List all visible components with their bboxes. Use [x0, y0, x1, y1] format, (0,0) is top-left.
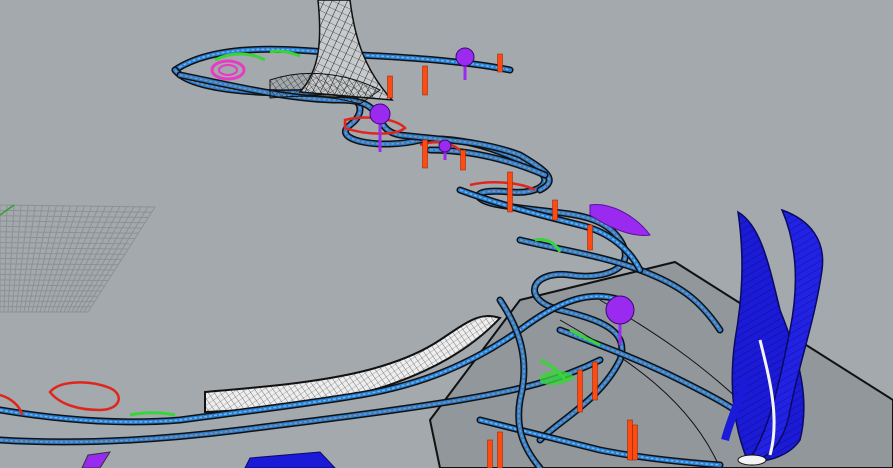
purple-node	[438, 139, 452, 153]
purple-node	[369, 103, 391, 125]
support-column	[577, 369, 583, 413]
support-column	[497, 53, 503, 73]
green-highlight-curve	[129, 411, 176, 417]
red-highlight-loop	[48, 381, 120, 412]
support-column	[497, 431, 503, 468]
support-column	[422, 65, 428, 96]
support-column	[387, 75, 393, 99]
purple-node	[455, 47, 475, 67]
magenta-ring-inner	[218, 64, 238, 76]
support-column	[422, 139, 428, 169]
support-column	[507, 171, 513, 213]
construction-grid	[0, 204, 156, 313]
3d-scene-render	[0, 0, 893, 468]
magenta-ring	[210, 59, 246, 81]
support-column	[632, 424, 638, 461]
support-column	[592, 361, 598, 401]
support-column	[627, 419, 633, 461]
rhino-perspective-viewport[interactable]	[0, 0, 893, 468]
blue-base-block	[81, 451, 336, 468]
support-column	[587, 224, 593, 251]
support-column	[552, 199, 558, 221]
purple-node	[605, 295, 635, 325]
support-column	[460, 149, 466, 171]
support-column	[487, 439, 493, 468]
